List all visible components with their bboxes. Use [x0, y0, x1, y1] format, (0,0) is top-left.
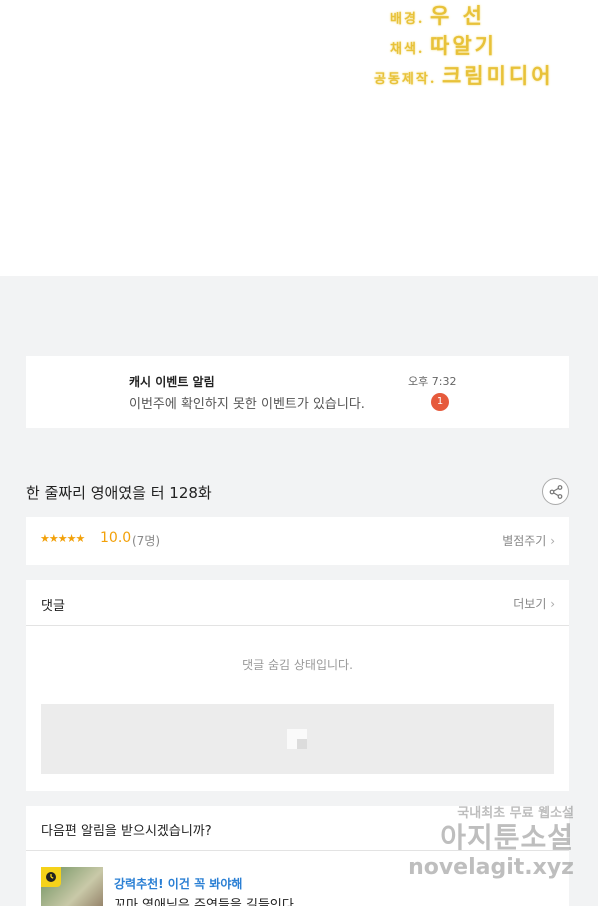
notice-count-badge: 1 [431, 393, 449, 411]
chevron-right-icon: › [550, 597, 555, 611]
rating-score: 10.0 [100, 530, 132, 546]
credit-value: 크림미디어 [441, 63, 554, 88]
rating-stars: ★★★★★ [40, 532, 85, 545]
credit-value: 따알기 [430, 33, 497, 58]
alarm-title: 다음편 알림을 받으시겠습니까? [41, 824, 212, 839]
recommend-thumbnail[interactable] [41, 867, 103, 906]
cash-event-notice[interactable]: 캐시 이벤트 알림 이번주에 확인하지 못한 이벤트가 있습니다. 오후 7:3… [26, 356, 569, 428]
comments-card: 댓글 더보기 › 댓글 숨김 상태입니다. [26, 580, 569, 791]
notice-message: 이번주에 확인하지 못한 이벤트가 있습니다. [129, 397, 365, 412]
rate-button-label: 별점주기 [502, 534, 547, 548]
recommend-label[interactable]: 강력추천! 이건 꼭 봐야해 [114, 875, 242, 892]
share-icon [549, 484, 562, 499]
image-placeholder-icon [287, 729, 307, 749]
rating-card: ★★★★★ 10.0 (7명) 별점주기 › [26, 517, 569, 565]
alarm-header[interactable]: 다음편 알림을 받으시겠습니까? [26, 806, 569, 851]
credit-coloring: 채색. 따알기 [390, 30, 497, 60]
chevron-right-icon: › [550, 534, 555, 548]
credit-background: 배경. 우 선 [390, 0, 485, 30]
notice-title: 캐시 이벤트 알림 [129, 375, 215, 389]
share-button[interactable] [542, 478, 569, 505]
comments-hidden-message: 댓글 숨김 상태입니다. [242, 658, 353, 672]
credit-label: 배경. [390, 12, 425, 27]
recommend-title[interactable]: 꼬마 영애님은 주연들을 길들인다 [114, 894, 294, 906]
notice-time: 오후 7:32 [408, 375, 457, 388]
comments-header: 댓글 더보기 › [26, 580, 569, 626]
credit-label: 채색. [390, 42, 425, 57]
comments-title: 댓글 [41, 599, 65, 614]
rate-button[interactable]: 별점주기 › [502, 532, 555, 549]
episode-title: 한 줄짜리 영애였을 터 128화 [26, 484, 212, 502]
credit-label: 공동제작. [374, 72, 437, 87]
next-episode-alarm: 다음편 알림을 받으시겠습니까? 강력추천! 이건 꼭 봐야해 꼬마 영애님은 … [26, 806, 569, 906]
rating-count: (7명) [132, 534, 161, 548]
more-label: 더보기 [513, 597, 547, 611]
credit-coproduction: 공동제작. 크림미디어 [374, 60, 554, 90]
clock-icon [41, 867, 61, 887]
comments-more-button[interactable]: 더보기 › [513, 595, 555, 612]
ad-placeholder[interactable] [41, 704, 554, 774]
credit-value: 우 선 [430, 3, 485, 28]
comic-end-panel: 배경. 우 선 채색. 따알기 공동제작. 크림미디어 [0, 0, 598, 276]
